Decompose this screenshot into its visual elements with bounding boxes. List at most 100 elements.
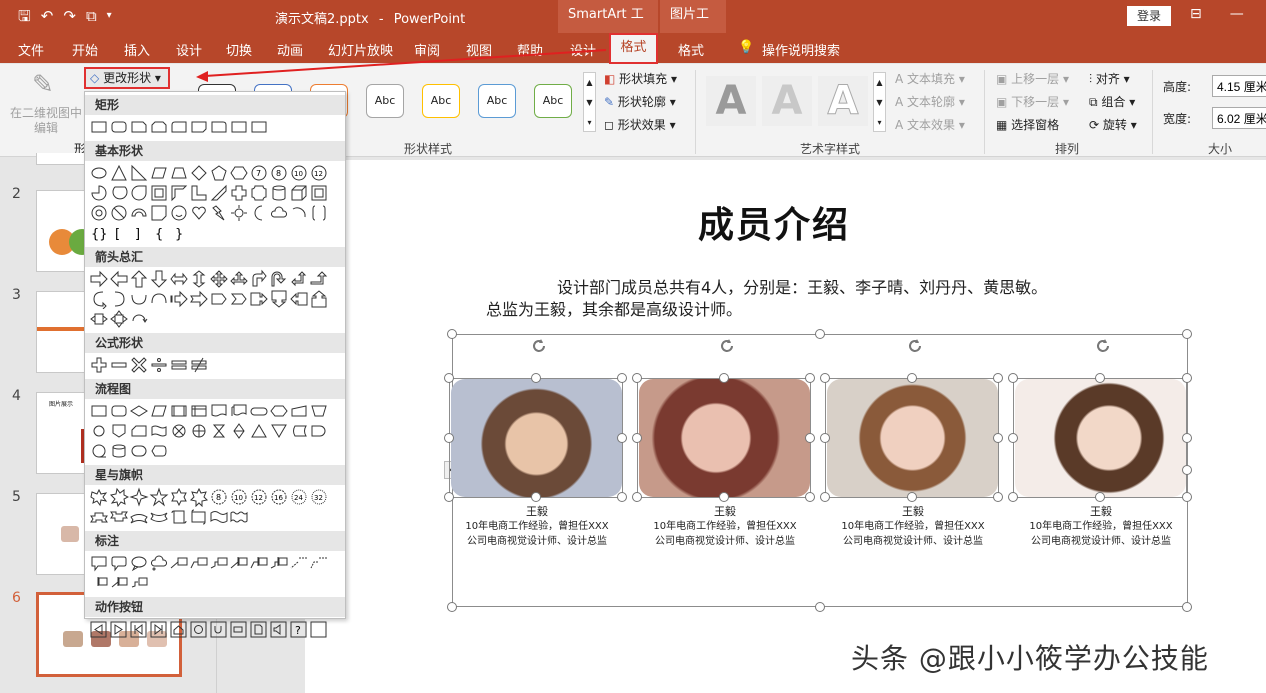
member-desc-line[interactable]: 公司电商视觉设计师、设计总监 <box>447 534 627 549</box>
shape-styles-scroll[interactable]: ▲ ▼ ▾ <box>583 72 596 132</box>
snip-rectangle-icon[interactable] <box>149 117 169 137</box>
star-12-icon[interactable]: 12 <box>249 487 269 507</box>
curved-down-arrow-icon[interactable] <box>149 289 169 309</box>
curved-left-arrow-icon[interactable] <box>109 289 129 309</box>
rectangular-callout-icon[interactable] <box>89 553 109 573</box>
tab-insert[interactable]: 插入 <box>124 40 150 59</box>
tab-view[interactable]: 视图 <box>466 40 492 59</box>
smiley-face-icon[interactable] <box>169 203 189 223</box>
tab-smartart-format[interactable]: 格式 <box>609 33 658 64</box>
shape-effects-button[interactable]: ◻ 形状效果 ▾ <box>604 116 676 133</box>
send-backward-button[interactable]: ▣ 下移一层 ▾ <box>996 93 1069 110</box>
resize-handle[interactable] <box>1095 373 1105 383</box>
rotate-button[interactable]: ⟳ 旋转 ▾ <box>1089 116 1137 133</box>
curved-up-arrow-icon[interactable] <box>129 289 149 309</box>
resize-handle[interactable] <box>820 492 830 502</box>
tab-slideshow[interactable]: 幻灯片放映 <box>328 40 393 59</box>
flowchart-document-icon[interactable] <box>209 401 229 421</box>
resize-handle[interactable] <box>820 433 830 443</box>
resize-handle[interactable] <box>719 373 729 383</box>
sun-icon[interactable] <box>229 203 249 223</box>
flowchart-display-icon[interactable] <box>149 441 169 461</box>
flowchart-process-icon[interactable] <box>89 401 109 421</box>
minus-icon[interactable] <box>109 355 129 375</box>
flowchart-manual-operation-icon[interactable] <box>309 401 329 421</box>
right-brace-icon[interactable]: } <box>169 223 189 243</box>
heart-icon[interactable] <box>189 203 209 223</box>
star-5-icon[interactable] <box>149 487 169 507</box>
text-effects-button[interactable]: A 文本效果 ▾ <box>895 116 965 133</box>
rectangle-icon[interactable] <box>89 117 109 137</box>
star-16-icon[interactable]: 16 <box>269 487 289 507</box>
login-button[interactable]: 登录 <box>1127 6 1171 26</box>
frame-icon[interactable] <box>149 183 169 203</box>
shape-style-6[interactable]: Abc <box>478 84 516 118</box>
resize-handle[interactable] <box>1182 492 1192 502</box>
resize-handle[interactable] <box>1095 492 1105 502</box>
triangle-icon[interactable] <box>109 163 129 183</box>
tab-smartart-design[interactable]: 设计 <box>570 40 596 59</box>
resize-handle[interactable] <box>1182 329 1192 339</box>
resize-handle[interactable] <box>1008 492 1018 502</box>
star-32-icon[interactable]: 32 <box>309 487 329 507</box>
member-photo-1[interactable] <box>451 379 622 497</box>
tab-home[interactable]: 开始 <box>72 40 98 59</box>
flowchart-direct-access-storage-icon[interactable] <box>129 441 149 461</box>
left-right-arrow-icon[interactable] <box>169 269 189 289</box>
redo-icon[interactable]: ↷ <box>63 6 76 26</box>
up-arrow-icon[interactable] <box>129 269 149 289</box>
right-triangle-icon[interactable] <box>129 163 149 183</box>
flowchart-multidocument-icon[interactable] <box>229 401 249 421</box>
line-callout-no-border-icon[interactable] <box>289 553 309 573</box>
action-information-icon[interactable] <box>189 619 209 639</box>
change-shape-button[interactable]: ◇ 更改形状 ▾ <box>84 67 170 89</box>
action-beginning-icon[interactable] <box>129 619 149 639</box>
rounded-rectangle-icon[interactable] <box>109 117 129 137</box>
double-bracket-icon[interactable] <box>309 203 329 223</box>
star-8-icon[interactable]: 8 <box>209 487 229 507</box>
tab-review[interactable]: 审阅 <box>414 40 440 59</box>
tab-file[interactable]: 文件 <box>18 40 44 59</box>
flowchart-decision-icon[interactable] <box>129 401 149 421</box>
diagonal-stripe-icon[interactable] <box>209 183 229 203</box>
u-turn-arrow-icon[interactable] <box>269 269 289 289</box>
group-button[interactable]: ⧉ 组合 ▾ <box>1089 93 1135 110</box>
member-name[interactable]: 王毅 <box>447 503 627 519</box>
action-end-icon[interactable] <box>149 619 169 639</box>
member-name[interactable]: 王毅 <box>635 503 815 519</box>
wordart-style-2[interactable]: A <box>762 76 812 126</box>
flowchart-manual-input-icon[interactable] <box>289 401 309 421</box>
line-callout-border-accent-3-icon[interactable] <box>129 573 149 593</box>
left-right-arrow-callout-icon[interactable] <box>89 309 109 329</box>
rotate-handle-icon[interactable] <box>1093 336 1113 356</box>
equal-icon[interactable] <box>169 355 189 375</box>
cloud-callout-icon[interactable] <box>149 553 169 573</box>
resize-handle[interactable] <box>447 329 457 339</box>
left-bracket-icon[interactable]: [ <box>109 223 129 243</box>
member-desc-line[interactable]: 10年电商工作经验，曾担任XXX <box>1011 519 1191 534</box>
resize-handle[interactable] <box>531 373 541 383</box>
oval-icon[interactable] <box>89 163 109 183</box>
tell-me-search[interactable]: 操作说明搜索 <box>762 40 840 59</box>
curved-ribbon-up-icon[interactable] <box>129 507 149 527</box>
minimize-icon[interactable]: — <box>1230 6 1244 22</box>
star-6-icon[interactable] <box>169 487 189 507</box>
slide-title[interactable]: 成员介绍 <box>698 196 850 248</box>
ribbon-down-icon[interactable] <box>109 507 129 527</box>
shape-fill-button[interactable]: ◧ 形状填充 ▾ <box>604 70 677 87</box>
shape-outline-button[interactable]: ✎ 形状轮廓 ▾ <box>604 93 676 110</box>
pentagon-icon[interactable] <box>209 163 229 183</box>
member-name[interactable]: 王毅 <box>1011 503 1191 519</box>
teardrop-icon[interactable] <box>129 183 149 203</box>
resize-handle[interactable] <box>632 373 642 383</box>
bring-forward-button[interactable]: ▣ 上移一层 ▾ <box>996 70 1069 87</box>
line-callout-1-icon[interactable] <box>169 553 189 573</box>
resize-handle[interactable] <box>820 373 830 383</box>
resize-handle[interactable] <box>907 492 917 502</box>
horizontal-scroll-icon[interactable] <box>189 507 209 527</box>
tab-help[interactable]: 帮助 <box>517 40 543 59</box>
resize-handle[interactable] <box>993 433 1003 443</box>
hexagon-icon[interactable] <box>229 163 249 183</box>
round-snip-icon[interactable] <box>169 117 189 137</box>
member-photo-2[interactable] <box>639 379 810 497</box>
